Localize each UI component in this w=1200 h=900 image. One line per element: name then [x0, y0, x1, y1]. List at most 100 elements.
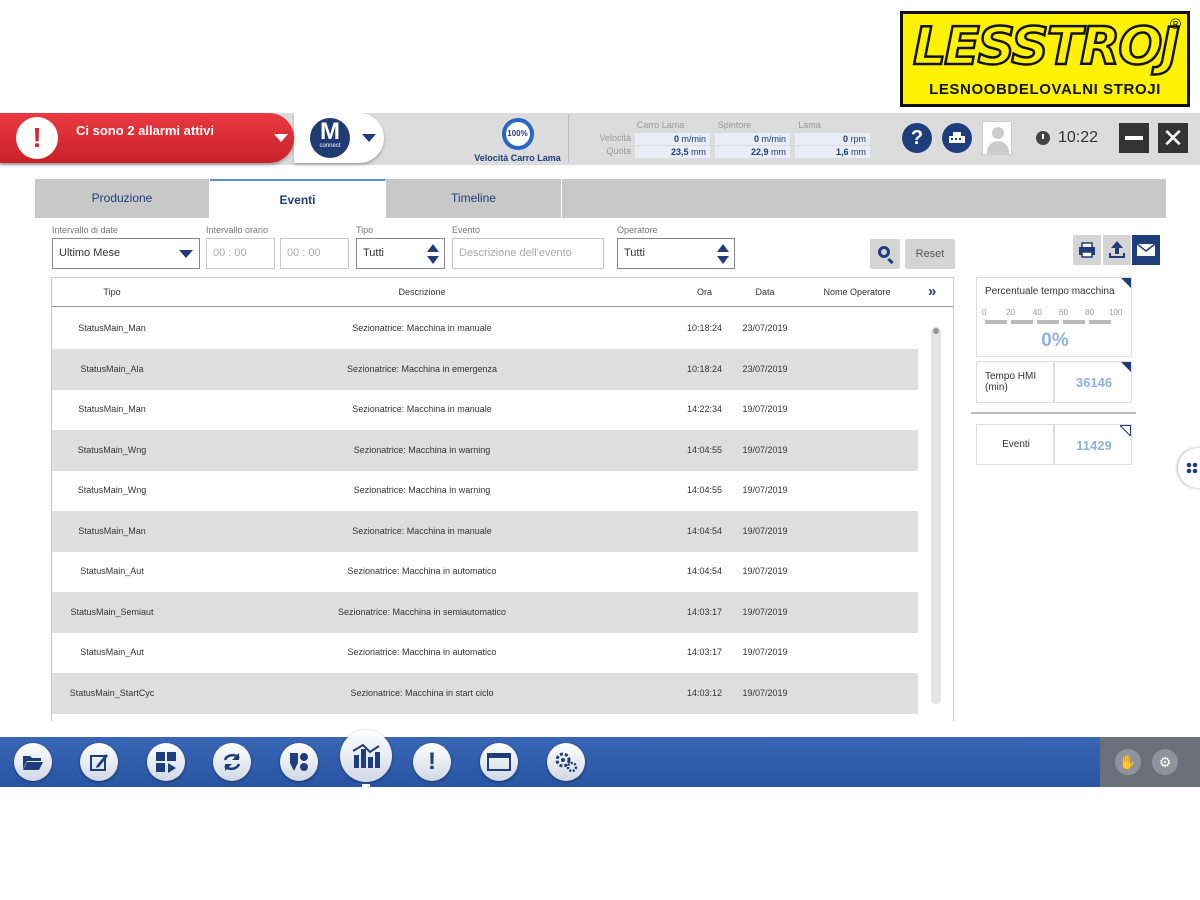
- active-indicator: [362, 784, 370, 788]
- chevron-down-icon[interactable]: [274, 134, 288, 142]
- window-button[interactable]: [480, 743, 518, 781]
- col-ora[interactable]: Ora: [682, 278, 727, 307]
- side-panel-handle[interactable]: [1178, 448, 1200, 488]
- table-row[interactable]: StatusMain_Wng Sezionatrice: Macchina in …: [52, 429, 918, 471]
- table-row[interactable]: StatusMain_Wng Sezionatrice: Macchina in …: [52, 470, 918, 511]
- cell-ora: 14:03:12: [686, 687, 723, 698]
- time-to-input[interactable]: 00 : 00: [280, 238, 349, 269]
- divider: [971, 412, 1136, 414]
- alarms-button[interactable]: !: [413, 743, 451, 781]
- cell-data: 19/07/2019: [742, 647, 788, 657]
- table-row[interactable]: StatusMain_Aut Sezionatrice: Macchina in …: [52, 551, 918, 592]
- user-avatar[interactable]: [982, 121, 1012, 155]
- hmi-label: Tempo HMI (min): [985, 371, 1037, 393]
- cell-ora: 10:18:24: [686, 323, 723, 333]
- machine-button[interactable]: [942, 123, 972, 153]
- cell-ora: 14:22:34: [686, 404, 723, 414]
- divider: [568, 114, 569, 162]
- tab-eventi[interactable]: Eventi: [210, 179, 386, 218]
- export-button[interactable]: [1103, 235, 1131, 265]
- scale-segment: [985, 320, 1007, 324]
- settings-gears-button[interactable]: [547, 743, 585, 781]
- operator-select[interactable]: Tutti: [617, 238, 735, 269]
- close-button[interactable]: ✕: [1158, 123, 1188, 153]
- cell-ora: 14:04:55: [686, 485, 723, 495]
- cell-data: 23/07/2019: [742, 363, 788, 374]
- table-header: Tipo Descrizione Ora Data Nome Operatore…: [52, 278, 953, 307]
- speed-indicator: 100% Velocità Carro Lama: [470, 118, 565, 163]
- minimize-icon: [1125, 136, 1143, 140]
- open-folder-button[interactable]: [14, 743, 52, 781]
- param-cell: 22,9 mm: [715, 146, 790, 158]
- help-button[interactable]: ?: [902, 123, 932, 153]
- company-logo: LESSTROJ ® LESNOOBDELOVALNI STROJI: [900, 11, 1190, 107]
- edit-button[interactable]: [80, 743, 118, 781]
- email-button[interactable]: [1132, 235, 1160, 265]
- sync-button[interactable]: [213, 743, 251, 781]
- table-row[interactable]: StatusMain_Aut Sezionatrice: Macchina in …: [52, 632, 918, 673]
- tab-produzione[interactable]: Produzione: [35, 179, 210, 218]
- events-label-cell: Eventi: [976, 424, 1054, 465]
- scale-segment: [1011, 320, 1033, 324]
- table-row[interactable]: StatusMain_Man Sezionatrice: Macchina in …: [52, 510, 918, 552]
- table-row[interactable]: StatusMain_StartCyc Sezionatrice: Macchin…: [52, 672, 918, 714]
- connect-logo-icon: M connect: [310, 118, 350, 158]
- scale-tick: 40: [1033, 308, 1042, 317]
- param-cell: 1,6 mm: [795, 146, 870, 158]
- tab-timeline[interactable]: Timeline: [386, 179, 562, 218]
- table-row[interactable]: StatusMain_Man Sezionatrice: Macchina in …: [52, 308, 918, 349]
- col-descrizione[interactable]: Descrizione: [272, 278, 572, 307]
- chevron-down-icon[interactable]: [362, 134, 376, 142]
- double-chevron-right-icon[interactable]: »: [928, 283, 936, 300]
- layout-play-button[interactable]: [147, 743, 185, 781]
- scrollbar[interactable]: [931, 326, 941, 704]
- scrollbar-thumb[interactable]: [933, 328, 939, 334]
- scale-tick: 60: [1059, 308, 1068, 317]
- alarm-banner[interactable]: ! Ci sono 2 allarmi attivi: [0, 113, 294, 163]
- cell-tipo: StatusMain_Wng: [77, 444, 147, 455]
- time-from-input[interactable]: 00 : 00: [206, 238, 275, 269]
- param-col-carro: Carro Lama: [636, 120, 685, 130]
- events-value: 11429: [1076, 438, 1112, 453]
- gears-icon: [555, 752, 578, 773]
- date-range-label: Intervallo di date: [52, 225, 119, 235]
- type-select[interactable]: Tutti: [356, 238, 445, 269]
- tools-button[interactable]: [280, 743, 318, 781]
- search-button[interactable]: [870, 239, 900, 269]
- cell-tipo: StatusMain_Ala: [80, 363, 144, 374]
- scale-tick: 0: [982, 308, 987, 317]
- print-button[interactable]: [1073, 235, 1101, 265]
- table-row[interactable]: StatusMain_Ala Sezionatrice: Macchina in …: [52, 348, 918, 390]
- cell-data: 19/07/2019: [742, 606, 788, 617]
- event-search-input[interactable]: Descrizione dell'evento: [452, 238, 604, 269]
- cell-ora: 14:04:54: [686, 525, 723, 536]
- machine-icon: [949, 132, 965, 143]
- cell-tipo: StatusMain_Man: [78, 404, 146, 414]
- hand-button[interactable]: ✋: [1115, 749, 1141, 775]
- cell-ora: 14:03:17: [686, 647, 723, 657]
- table-row[interactable]: StatusMain_Man Sezionatrice: Macchina in …: [52, 389, 918, 430]
- col-tipo[interactable]: Tipo: [72, 278, 152, 307]
- settings-button[interactable]: ⚙: [1152, 749, 1178, 775]
- param-col-spintore: Spintore: [717, 120, 752, 130]
- machine-time-title: Percentuale tempo macchina: [985, 286, 1115, 297]
- cell-tipo: StatusMain_Semiaut: [70, 606, 154, 617]
- statistics-button[interactable]: [340, 730, 392, 782]
- table-row[interactable]: StatusMain_Semiaut Sezionatrice: Macchina…: [52, 591, 918, 633]
- cell-descrizione: Sezionatrice: Macchina in emergenza: [346, 363, 498, 374]
- connect-menu[interactable]: M connect: [294, 113, 384, 163]
- col-operatore[interactable]: Nome Operatore: [807, 278, 907, 307]
- reset-button[interactable]: Reset: [905, 239, 955, 269]
- cell-ora: 10:18:24: [686, 363, 723, 374]
- cell-tipo: StatusMain_StartCyc: [69, 687, 155, 698]
- cell-data: 19/07/2019: [742, 444, 788, 455]
- param-col-lama: Lama: [798, 120, 821, 130]
- corner-marker: [1121, 362, 1131, 372]
- alarm-text: Ci sono 2 allarmi attivi: [76, 123, 214, 138]
- hmi-value: 36146: [1075, 375, 1113, 390]
- date-range-select[interactable]: Ultimo Mese: [52, 238, 200, 269]
- col-data[interactable]: Data: [740, 278, 790, 307]
- scale-segment: [1037, 320, 1059, 324]
- minimize-button[interactable]: [1119, 123, 1149, 153]
- cell-tipo: StatusMain_Man: [78, 525, 146, 536]
